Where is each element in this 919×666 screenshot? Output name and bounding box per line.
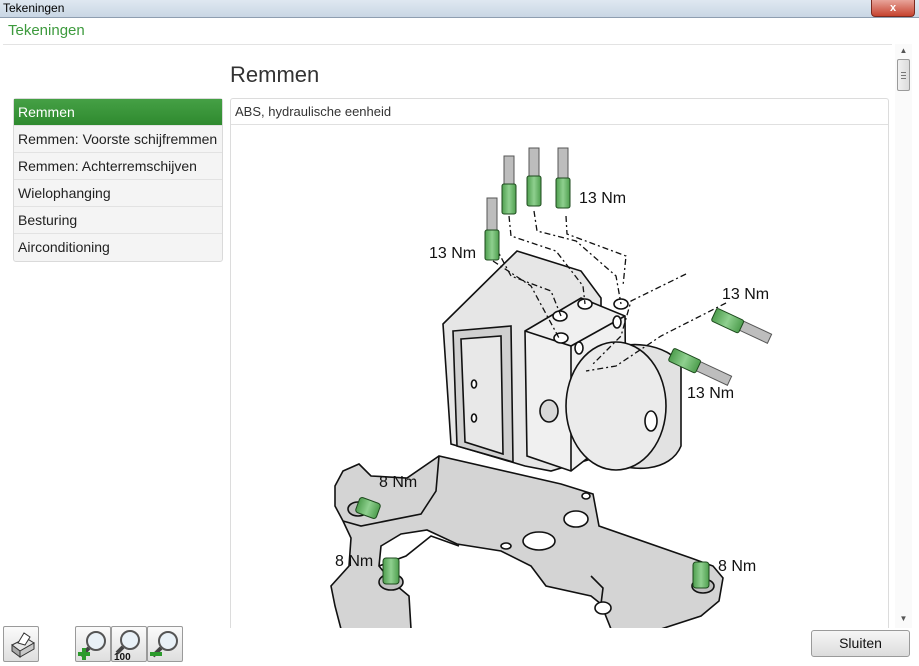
print-icon bbox=[11, 632, 35, 658]
zoom-in-button[interactable] bbox=[75, 626, 111, 662]
zoom-out-icon bbox=[150, 631, 178, 658]
torque-label: 13 Nm bbox=[687, 385, 734, 402]
sidebar-nav: Remmen Remmen: Voorste schijfremmen Remm… bbox=[13, 98, 223, 262]
abs-hydraulic-unit-drawing: 13 Nm 13 Nm 13 Nm 13 Nm 8 Nm 8 Nm 8 Nm bbox=[330, 147, 773, 628]
zoom-in-icon bbox=[78, 631, 106, 660]
zoom-100-icon: 100 bbox=[114, 630, 140, 663]
page-title: Remmen bbox=[230, 62, 320, 87]
zoom-out-button[interactable] bbox=[147, 626, 183, 662]
svg-text:100: 100 bbox=[114, 652, 131, 661]
close-button[interactable]: Sluiten bbox=[811, 630, 910, 657]
header-divider bbox=[3, 44, 892, 45]
sidebar-item-achterremschijven[interactable]: Remmen: Achterremschijven bbox=[14, 153, 222, 180]
sidebar-item-besturing[interactable]: Besturing bbox=[14, 207, 222, 234]
sidebar-item-remmen[interactable]: Remmen bbox=[14, 99, 222, 126]
drawing-panel: ABS, hydraulische eenheid 13 Nm 13 Nm 13… bbox=[230, 98, 889, 628]
torque-label: 13 Nm bbox=[429, 245, 476, 262]
window-titlebar: Tekeningen x bbox=[0, 0, 919, 18]
abs-block bbox=[442, 250, 682, 472]
vertical-scrollbar[interactable]: ▲ ▼ bbox=[895, 44, 912, 628]
torque-label: 13 Nm bbox=[722, 286, 769, 303]
sidebar-item-airconditioning[interactable]: Airconditioning bbox=[14, 234, 222, 261]
header-title: Tekeningen bbox=[8, 22, 85, 39]
torque-label: 8 Nm bbox=[718, 558, 756, 575]
scroll-down-arrow-icon[interactable]: ▼ bbox=[895, 612, 912, 626]
torque-label: 13 Nm bbox=[579, 190, 626, 207]
window-close-button[interactable]: x bbox=[871, 0, 915, 17]
window-title: Tekeningen bbox=[3, 1, 65, 15]
torque-label: 8 Nm bbox=[335, 553, 373, 570]
scroll-up-arrow-icon[interactable]: ▲ bbox=[895, 44, 912, 58]
print-button[interactable] bbox=[3, 626, 39, 662]
scroll-thumb[interactable] bbox=[897, 59, 910, 91]
sidebar-item-voorste-schijfremmen[interactable]: Remmen: Voorste schijfremmen bbox=[14, 126, 222, 153]
sidebar-item-wielophanging[interactable]: Wielophanging bbox=[14, 180, 222, 207]
torque-label: 8 Nm bbox=[379, 474, 417, 491]
zoom-100-button[interactable]: 100 bbox=[111, 626, 147, 663]
drawing-heading: ABS, hydraulische eenheid bbox=[231, 99, 888, 125]
